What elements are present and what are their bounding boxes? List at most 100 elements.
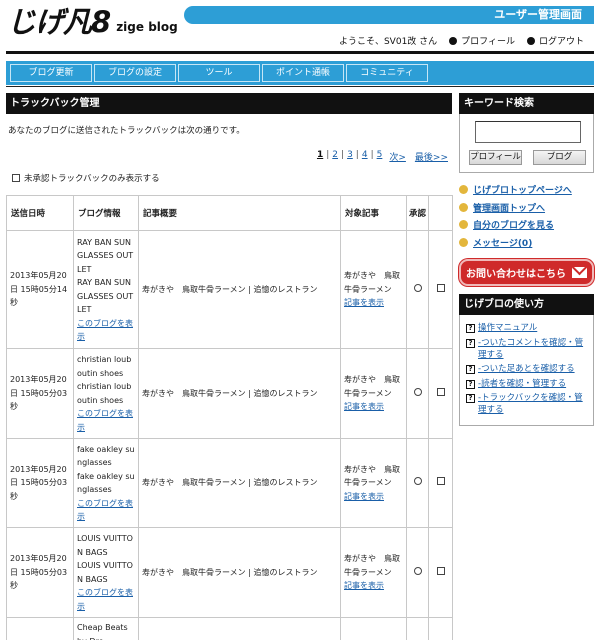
- page-title: トラックバック管理: [6, 93, 452, 114]
- question-icon: ?: [466, 338, 475, 348]
- logout-link[interactable]: ログアウト: [526, 34, 584, 47]
- howto-item[interactable]: ? -トラックバックを確認・管理する: [466, 392, 589, 416]
- row-blog-info: christian louboutin shoes christian loub…: [73, 348, 139, 439]
- table-header-row: 送信日時 ブログ情報 記事概要 対象記事 承認: [6, 195, 453, 231]
- approved-indicator-icon: [413, 283, 422, 292]
- row-blog-info: Cheap Beats by Dre: [73, 617, 139, 640]
- next-page-link[interactable]: 次>: [389, 150, 406, 163]
- target-title: 寿がきや 鳥取牛骨ラーメン: [344, 271, 400, 294]
- profile-link[interactable]: プロフィール: [449, 34, 515, 47]
- sidebar-link-label: じげブロトップページへ: [473, 186, 572, 197]
- main-content: トラックバック管理 あなたのブログに送信されたトラックバックは次の通りです。 1…: [6, 93, 453, 640]
- row-checkbox[interactable]: [436, 283, 445, 292]
- sidebar: キーワード検索 プロフィール ブログ じげブロトップページへ 管理画面トップへ …: [459, 93, 594, 426]
- row-select: [428, 617, 453, 640]
- approved-indicator-icon: [413, 387, 422, 396]
- howto-link: -トラックバックを確認・管理する: [478, 393, 583, 415]
- bullet-icon: [449, 36, 458, 45]
- tab-tools[interactable]: ツール: [178, 64, 260, 82]
- row-approve: [406, 438, 429, 528]
- keyword-search-input[interactable]: [475, 121, 581, 143]
- howto-title: じげブロの使い方: [459, 294, 594, 315]
- blog-name-2: LOUIS VUITTON BAGS: [77, 561, 133, 584]
- view-article-link[interactable]: 記事を表示: [344, 579, 403, 593]
- row-summary: [138, 617, 341, 640]
- howto-item[interactable]: ? -読者を確認・管理する: [466, 378, 589, 390]
- page-2-link[interactable]: 2: [332, 150, 338, 163]
- tab-blog-update[interactable]: ブログ更新: [10, 64, 92, 82]
- row-date: 2013年05月20日 15時05分03秒: [6, 438, 74, 528]
- row-approve: [406, 617, 429, 640]
- howto-item[interactable]: ? -ついたコメントを確認・管理する: [466, 337, 589, 361]
- bullet-icon: [459, 202, 468, 212]
- row-summary: 寿がきや 鳥取牛骨ラーメン | 追憶のレストラン: [138, 230, 341, 349]
- row-target: 寿がきや 鳥取牛骨ラーメン 記事を表示: [340, 527, 407, 618]
- row-blog-info: LOUIS VUITTON BAGS LOUIS VUITTON BAGS この…: [73, 527, 139, 618]
- last-page-link[interactable]: 最後>>: [415, 150, 448, 163]
- howto-item[interactable]: ? -ついた足あとを確認する: [466, 363, 589, 375]
- view-article-link[interactable]: 記事を表示: [344, 490, 403, 504]
- sidebar-link-myblog[interactable]: 自分のブログを見る: [459, 216, 594, 234]
- page-4-link[interactable]: 4: [362, 150, 368, 163]
- view-article-link[interactable]: 記事を表示: [344, 400, 403, 414]
- intro-text: あなたのブログに送信されたトラックバックは次の通りです。: [8, 126, 245, 136]
- page-5-link[interactable]: 5: [377, 150, 383, 163]
- sidebar-link-messages[interactable]: メッセージ(0): [459, 234, 594, 252]
- page-3-link[interactable]: 3: [347, 150, 353, 163]
- table-row: Cheap Beats by Dre: [6, 617, 453, 640]
- row-blog-info: RAY BAN SUNGLASSES OUTLET RAY BAN SUNGLA…: [73, 230, 139, 349]
- contact-button-label: お問い合わせはこちら: [466, 269, 566, 280]
- bullet-icon: [459, 220, 468, 230]
- tab-blog-settings[interactable]: ブログの設定: [94, 64, 176, 82]
- unapproved-filter-checkbox[interactable]: [12, 174, 20, 182]
- row-target: 寿がきや 鳥取牛骨ラーメン 記事を表示: [340, 348, 407, 439]
- envelope-icon: [572, 267, 587, 278]
- row-approve: [406, 348, 429, 439]
- bullet-icon: [459, 237, 468, 247]
- logout-link-label: ログアウト: [538, 37, 584, 47]
- sidebar-link-admin[interactable]: 管理画面トップへ: [459, 199, 594, 217]
- bullet-icon: [526, 36, 535, 45]
- row-target: 寿がきや 鳥取牛骨ラーメン 記事を表示: [340, 438, 407, 528]
- view-article-link[interactable]: 記事を表示: [344, 296, 403, 310]
- row-approve: [406, 230, 429, 349]
- row-checkbox[interactable]: [436, 566, 445, 575]
- view-blog-link[interactable]: このブログを表示: [77, 497, 135, 524]
- sidebar-links: じげブロトップページへ 管理画面トップへ 自分のブログを見る メッセージ(0): [459, 181, 594, 251]
- page-1-link[interactable]: 1: [317, 150, 323, 163]
- tab-points[interactable]: ポイント通帳: [262, 64, 344, 82]
- col-header-info: ブログ情報: [73, 195, 139, 231]
- contact-button[interactable]: お問い合わせはこちら: [459, 259, 594, 286]
- view-blog-link[interactable]: このブログを表示: [77, 407, 135, 434]
- row-approve: [406, 527, 429, 618]
- row-checkbox[interactable]: [436, 477, 445, 486]
- target-title: 寿がきや 鳥取牛骨ラーメン: [344, 554, 400, 577]
- question-icon: ?: [466, 324, 475, 333]
- target-title: 寿がきや 鳥取牛骨ラーメン: [344, 375, 400, 398]
- row-select: [428, 348, 453, 439]
- view-blog-link[interactable]: このブログを表示: [77, 586, 135, 613]
- blog-name: fake oakley sunglasses: [77, 444, 135, 468]
- row-target: [340, 617, 407, 640]
- view-blog-link[interactable]: このブログを表示: [77, 317, 135, 344]
- unapproved-filter[interactable]: 未承認トラックバックのみ表示する: [12, 172, 160, 184]
- table-row: 2013年05月20日 15時05分03秒 fake oakley sungla…: [6, 438, 453, 528]
- profile-link-label: プロフィール: [461, 37, 515, 47]
- keyword-search-title: キーワード検索: [459, 93, 594, 114]
- tab-community[interactable]: コミュニティ: [346, 64, 428, 82]
- blog-name: christian louboutin shoes: [77, 355, 132, 378]
- keyword-search-box: プロフィール ブログ: [459, 114, 594, 173]
- howto-box: ? 操作マニュアル ? -ついたコメントを確認・管理する ? -ついた足あとを確認する…: [459, 315, 594, 426]
- sidebar-link-top[interactable]: じげブロトップページへ: [459, 181, 594, 199]
- row-date: 2013年05月20日 15時05分14秒: [6, 230, 74, 349]
- howto-item[interactable]: ? 操作マニュアル: [466, 322, 589, 334]
- welcome-text: ようこそ、SV01改 さん: [338, 37, 438, 47]
- row-checkbox[interactable]: [436, 387, 445, 396]
- row-select: [428, 438, 453, 528]
- col-header-date: 送信日時: [6, 195, 74, 231]
- search-profile-button[interactable]: プロフィール: [469, 150, 522, 165]
- site-logo[interactable]: じげ凡8 zige blog: [7, 4, 178, 40]
- row-target: 寿がきや 鳥取牛骨ラーメン 記事を表示: [340, 230, 407, 349]
- search-blog-button[interactable]: ブログ: [533, 150, 586, 165]
- row-summary: 寿がきや 鳥取牛骨ラーメン | 追憶のレストラン: [138, 527, 341, 618]
